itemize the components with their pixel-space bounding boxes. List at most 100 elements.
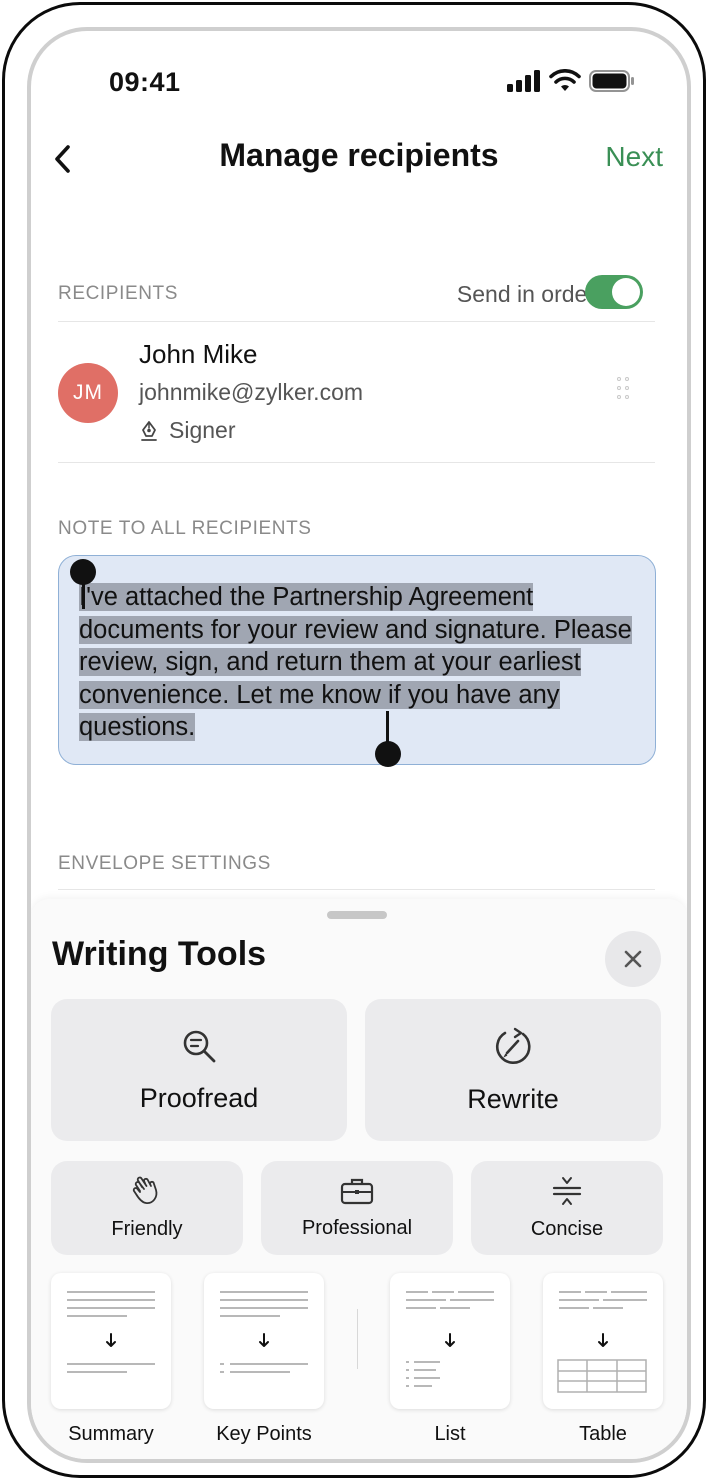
doc-line — [414, 1369, 436, 1371]
doc-bullet — [220, 1371, 224, 1373]
doc-line — [220, 1299, 308, 1301]
magnifier-icon — [183, 1030, 216, 1062]
compress-icon — [552, 1176, 582, 1205]
selection-end-handle[interactable] — [375, 741, 401, 767]
doc-bullet — [406, 1377, 409, 1379]
doc-line — [432, 1291, 454, 1293]
doc-bullet — [220, 1363, 224, 1365]
doc-line — [559, 1299, 599, 1301]
doc-line — [67, 1363, 155, 1365]
recipient-role: Signer — [139, 417, 235, 444]
arrow-down-icon — [106, 1333, 116, 1347]
envelope-section-label: ENVELOPE SETTINGS — [58, 853, 271, 874]
doc-line — [220, 1307, 308, 1309]
avatar: JM — [58, 363, 118, 423]
friendly-button[interactable]: Friendly — [51, 1161, 243, 1255]
divider — [58, 321, 655, 322]
doc-line — [414, 1361, 440, 1363]
doc-line — [67, 1299, 155, 1301]
doc-line — [67, 1315, 127, 1317]
signal-icon — [507, 70, 540, 92]
proofread-button[interactable]: Proofread — [51, 999, 347, 1141]
screen: 09:41 Manage recipients Next RECIPIENTS … — [27, 27, 691, 1463]
doc-line — [414, 1377, 440, 1379]
doc-bullet — [406, 1369, 409, 1371]
pen-nib-icon — [141, 420, 157, 441]
close-button[interactable] — [605, 931, 661, 987]
toggle-knob — [612, 278, 640, 306]
doc-line — [406, 1299, 446, 1301]
recipient-email: johnmike@zylker.com — [139, 379, 364, 405]
concise-button[interactable]: Concise — [471, 1161, 663, 1255]
professional-label: Professional — [301, 1216, 413, 1239]
note-section-label: NOTE TO ALL RECIPIENTS — [58, 518, 312, 539]
doc-bullet — [406, 1385, 409, 1387]
note-selected-text: I've attached the Partnership Agreement … — [79, 583, 632, 741]
doc-line — [559, 1291, 581, 1293]
rewrite-label: Rewrite — [467, 1083, 559, 1114]
doc-line — [440, 1307, 470, 1309]
page-title: Manage recipients — [219, 137, 499, 173]
doc-bullet — [406, 1361, 409, 1363]
rewrite-icon — [495, 1027, 531, 1064]
doc-line — [220, 1315, 280, 1317]
key-points-card[interactable] — [204, 1273, 324, 1409]
battery-icon — [589, 70, 634, 92]
selection-start-caret — [82, 579, 85, 609]
status-icons — [507, 69, 635, 93]
concise-label: Concise — [530, 1217, 604, 1240]
doc-line — [414, 1385, 432, 1387]
doc-line — [458, 1291, 494, 1293]
doc-line — [603, 1299, 647, 1301]
summary-label: Summary — [68, 1423, 154, 1445]
doc-line — [450, 1299, 494, 1301]
divider — [58, 462, 655, 463]
doc-line — [220, 1291, 308, 1293]
send-in-order-toggle[interactable] — [585, 275, 643, 309]
sheet-grabber[interactable] — [327, 911, 387, 919]
divider — [58, 889, 655, 890]
send-in-order-label: Send in order — [456, 281, 595, 307]
rewrite-button[interactable]: Rewrite — [365, 999, 661, 1141]
table-label: Table — [579, 1423, 627, 1445]
doc-line — [559, 1307, 589, 1309]
doc-line — [611, 1291, 647, 1293]
doc-line — [67, 1371, 127, 1373]
wave-hand-icon — [132, 1176, 158, 1204]
doc-line — [406, 1291, 428, 1293]
arrow-down-icon — [598, 1333, 608, 1347]
proofread-label: Proofread — [139, 1082, 259, 1113]
sheet-title: Writing Tools — [52, 935, 267, 973]
selection-end-caret — [386, 711, 389, 743]
arrow-down-icon — [445, 1333, 455, 1347]
close-icon — [624, 950, 642, 968]
doc-line — [585, 1291, 607, 1293]
table-card[interactable] — [543, 1273, 663, 1409]
drag-handle-icon[interactable] — [617, 377, 631, 405]
table-grid-icon — [557, 1359, 647, 1393]
doc-line — [230, 1371, 290, 1373]
list-label: List — [434, 1423, 466, 1445]
key-points-label: Key Points — [216, 1423, 312, 1445]
doc-line — [230, 1363, 308, 1365]
briefcase-icon — [340, 1178, 374, 1204]
wifi-icon — [549, 69, 581, 91]
list-card[interactable] — [390, 1273, 510, 1409]
professional-button[interactable]: Professional — [261, 1161, 453, 1255]
device-frame: 09:41 Manage recipients Next RECIPIENTS … — [2, 2, 706, 1478]
recipient-role-text: Signer — [169, 417, 236, 443]
doc-line — [593, 1307, 623, 1309]
writing-tools-sheet: Writing Tools Proofread Rewrite Friendly… — [31, 899, 687, 1459]
recipients-section-label: RECIPIENTS — [58, 283, 179, 304]
doc-line — [67, 1307, 155, 1309]
status-time: 09:41 — [109, 67, 181, 97]
summary-card[interactable] — [51, 1273, 171, 1409]
next-button[interactable]: Next — [605, 141, 663, 173]
arrow-down-icon — [259, 1333, 269, 1347]
doc-line — [406, 1307, 436, 1309]
doc-line — [67, 1291, 155, 1293]
format-separator — [357, 1309, 358, 1369]
note-text: I've attached the Partnership Agreement … — [79, 581, 639, 744]
friendly-label: Friendly — [111, 1217, 183, 1240]
recipient-name: John Mike — [139, 339, 258, 369]
